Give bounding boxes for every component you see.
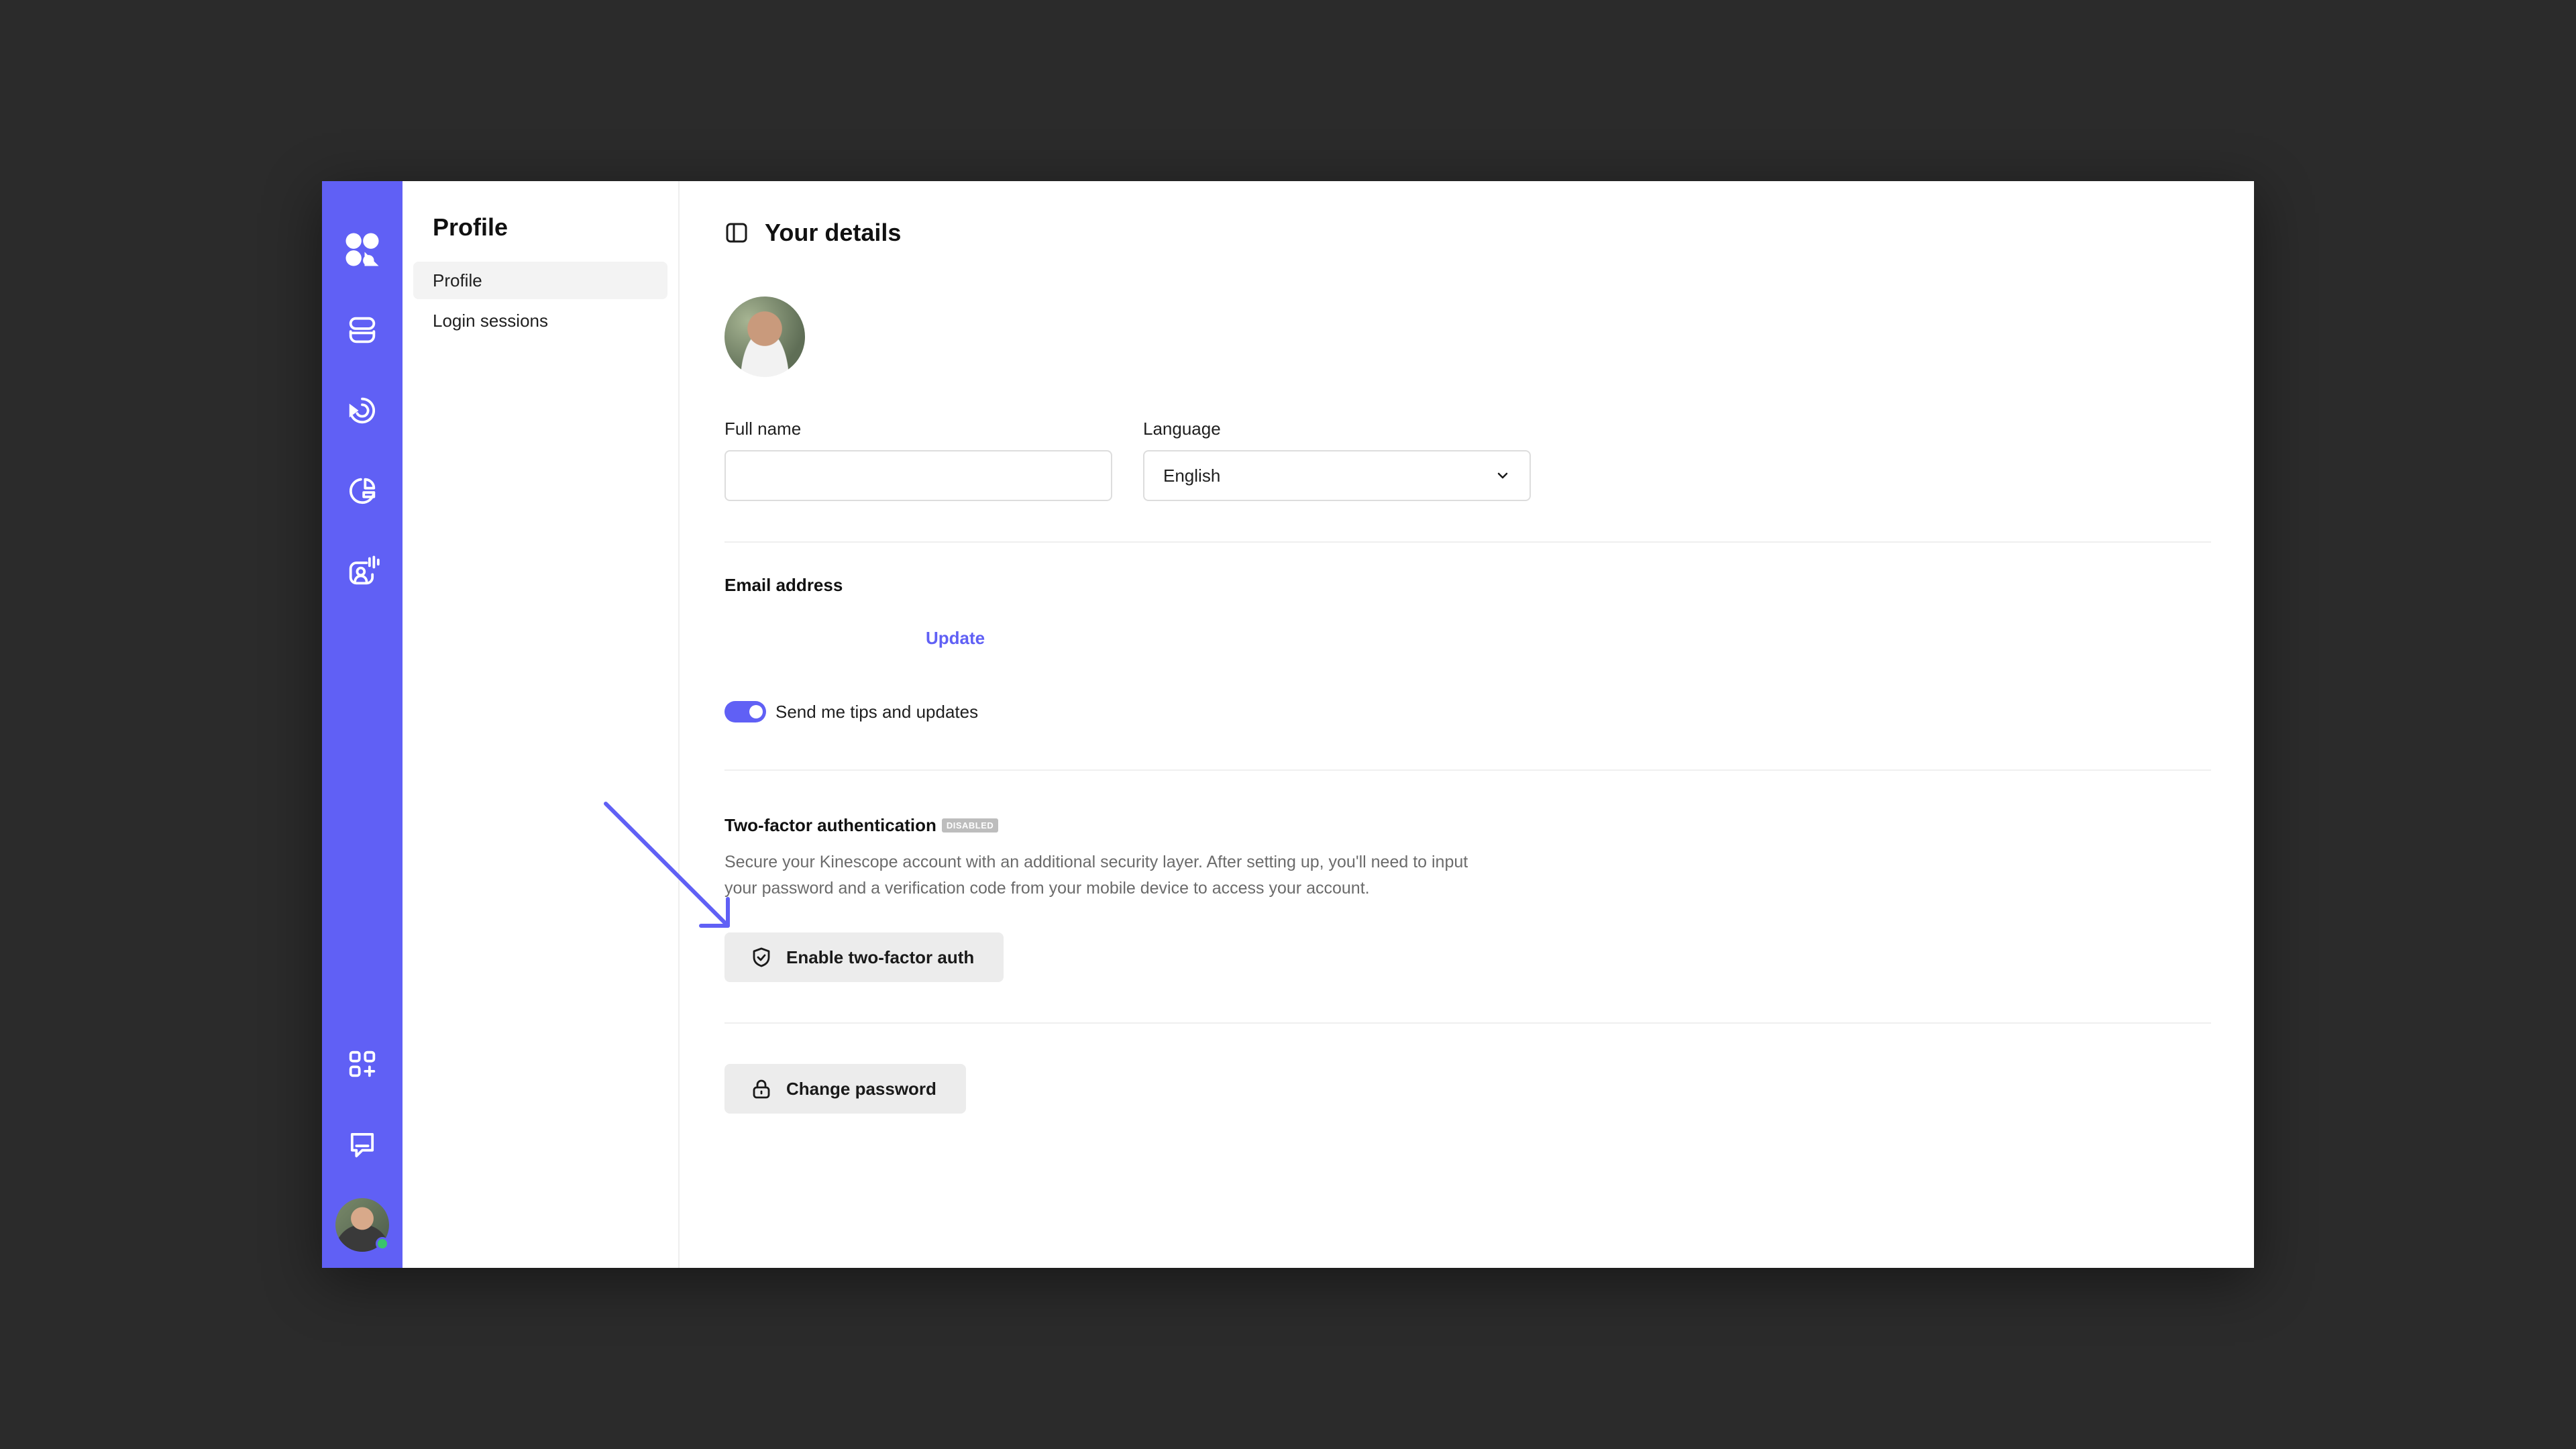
panel-header: Your details xyxy=(724,209,2211,256)
change-password-label: Change password xyxy=(786,1078,936,1099)
language-field: Language English xyxy=(1143,419,1531,501)
section-divider xyxy=(724,541,2211,543)
tips-toggle-label: Send me tips and updates xyxy=(775,701,979,722)
section-divider xyxy=(724,769,2211,771)
page-title: Your details xyxy=(765,219,902,246)
rail-bottom-group xyxy=(322,1024,402,1252)
update-email-link[interactable]: Update xyxy=(926,628,985,649)
stack-icon[interactable] xyxy=(322,290,402,370)
enable-two-factor-label: Enable two-factor auth xyxy=(786,947,975,967)
sidebar-item-login-sessions[interactable]: Login sessions xyxy=(413,302,667,339)
section-divider xyxy=(724,1022,2211,1024)
tips-toggle[interactable] xyxy=(724,701,766,722)
status-badge: DISABLED xyxy=(941,818,999,833)
language-selected-value: English xyxy=(1163,465,1221,486)
broadcast-icon[interactable] xyxy=(322,370,402,451)
lock-icon xyxy=(753,1079,770,1099)
online-status-dot xyxy=(376,1237,389,1250)
user-activity-icon[interactable] xyxy=(322,531,402,612)
settings-sidebar: Profile Profile Login sessions xyxy=(402,181,680,1268)
tips-toggle-row: Send me tips and updates xyxy=(724,701,2211,722)
app-window: Profile Profile Login sessions Your deta… xyxy=(322,181,2254,1268)
email-section-title: Email address xyxy=(724,575,843,595)
logo-icon[interactable] xyxy=(322,209,402,290)
primary-rail xyxy=(322,181,402,1268)
sidebar-title: Profile xyxy=(433,213,508,241)
two-factor-description: Secure your Kinescope account with an ad… xyxy=(724,853,1468,898)
chat-icon[interactable] xyxy=(322,1104,402,1185)
profile-avatar[interactable] xyxy=(724,297,805,377)
language-select[interactable]: English xyxy=(1143,450,1531,501)
sidebar-toggle-icon[interactable] xyxy=(724,221,749,245)
user-avatar[interactable] xyxy=(335,1198,389,1252)
two-factor-header: Two-factor authentication DISABLED xyxy=(724,815,2211,836)
language-label: Language xyxy=(1143,419,1221,439)
name-language-row: Full name Language English xyxy=(724,419,2211,501)
shield-check-icon xyxy=(753,947,770,967)
full-name-label: Full name xyxy=(724,419,802,439)
two-factor-title: Two-factor authentication xyxy=(724,815,936,835)
sidebar-item-profile[interactable]: Profile xyxy=(413,262,667,299)
toggle-knob xyxy=(749,705,763,718)
chevron-down-icon xyxy=(1497,472,1508,479)
apps-icon[interactable] xyxy=(322,1024,402,1104)
full-name-field: Full name xyxy=(724,419,1112,501)
enable-two-factor-button[interactable]: Enable two-factor auth xyxy=(724,932,1004,982)
details-panel: Your details Full name Language English … xyxy=(680,181,2254,1268)
change-password-button[interactable]: Change password xyxy=(724,1064,966,1114)
full-name-input[interactable] xyxy=(724,450,1112,501)
analytics-icon[interactable] xyxy=(322,451,402,531)
